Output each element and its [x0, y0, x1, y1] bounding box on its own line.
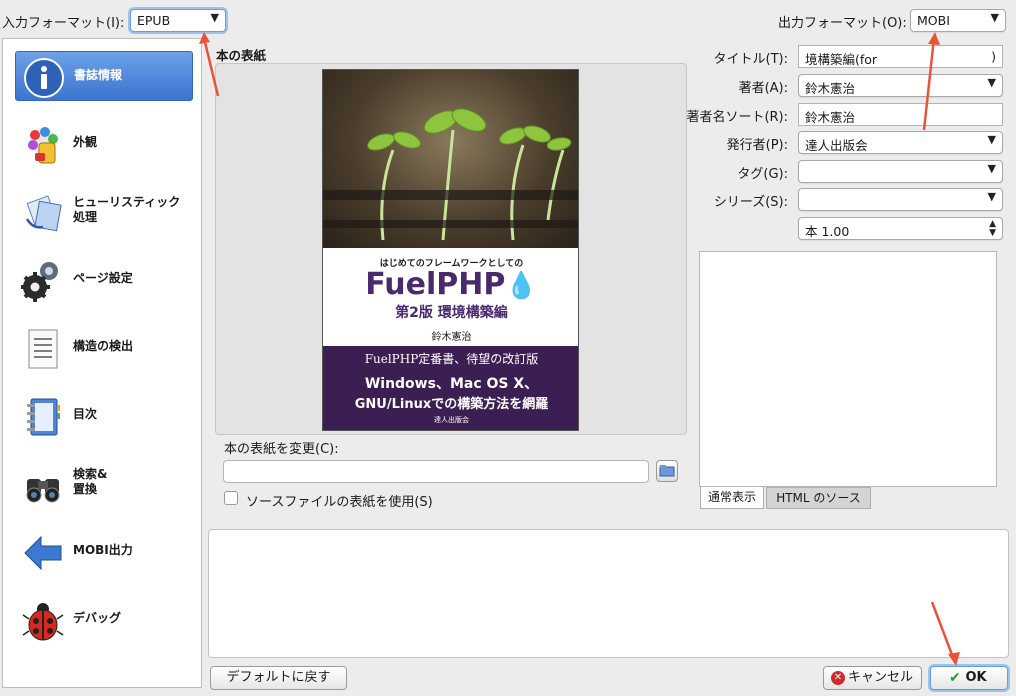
cancel-button[interactable]: ✕ キャンセル — [823, 666, 922, 690]
cover-tagline: FuelPHP定番書、待望の改訂版 — [364, 352, 539, 366]
publisher-value: 達人出版会 — [805, 138, 868, 153]
sidebar-item-label: ページ設定 — [73, 271, 133, 285]
heuristics-icon — [25, 195, 62, 232]
tags-select[interactable]: ▼ — [798, 160, 1003, 183]
use-source-cover-label: ソースファイルの表紙を使用(S) — [246, 495, 433, 510]
sidebar: 書誌情報 外観 ヒューリスティック 処理 ページ設定 構造の検出 目次 検索& … — [2, 38, 202, 688]
sidebar-item-label: MOBI出力 — [73, 543, 133, 557]
sidebar-item-label: 目次 — [73, 407, 98, 421]
input-format-value: EPUB — [137, 13, 171, 28]
sidebar-item-label: デバッグ — [73, 611, 122, 625]
input-format-select[interactable]: EPUB ▼ — [130, 9, 226, 32]
title-value: 境構築編(for — [805, 52, 878, 67]
cancel-icon: ✕ — [831, 671, 845, 685]
folder-icon — [659, 465, 675, 477]
chevron-down-icon: ▼ — [987, 76, 996, 89]
cover-author: 鈴木憲治 — [431, 332, 472, 343]
cover-edition: 第2版 環境構築編 — [395, 305, 508, 321]
author-sort-input[interactable]: 鈴木憲治 — [798, 103, 1003, 126]
document-icon — [28, 329, 58, 369]
comments-editor[interactable] — [699, 251, 997, 487]
cover-brand: FuelPHP💧 — [323, 267, 578, 302]
info-icon — [24, 58, 64, 98]
title-suffix: ) — [991, 49, 996, 64]
tags-label: タグ(G): — [737, 167, 788, 182]
restore-defaults-button[interactable]: デフォルトに戻す — [210, 666, 347, 690]
title-label: タイトル(T): — [713, 52, 788, 67]
cover-bottom-block: FuelPHP定番書、待望の改訂版 Windows、Mac OS X、 GNU/… — [323, 346, 578, 430]
annotation-arrow-output-format — [922, 32, 940, 131]
sidebar-item-debug[interactable]: デバッグ — [15, 595, 193, 645]
tab-html-source[interactable]: HTML のソース — [766, 487, 871, 509]
tab-normal-view[interactable]: 通常表示 — [700, 487, 764, 509]
ladybug-icon — [22, 603, 64, 641]
cover-publisher: 達人出版会 — [434, 416, 469, 424]
author-select[interactable]: 鈴木憲治 ▼ — [798, 74, 1003, 97]
gear-icon — [21, 262, 58, 302]
sidebar-item-label: 構造の検出 — [73, 339, 134, 353]
output-format-value: MOBI — [917, 13, 950, 28]
cover-brand-text: FuelPHP — [365, 267, 506, 302]
sidebar-item-label: ヒューリスティック 処理 — [73, 195, 181, 224]
output-format-select[interactable]: MOBI ▼ — [910, 9, 1006, 32]
title-input[interactable]: 境構築編(for ) — [798, 45, 1003, 68]
publisher-select[interactable]: 達人出版会 ▼ — [798, 131, 1003, 154]
series-label: シリーズ(S): — [713, 195, 788, 210]
publisher-label: 発行者(P): — [726, 138, 788, 153]
sidebar-item-metadata[interactable]: 書誌情報 — [15, 51, 193, 101]
chevron-down-icon: ▼ — [987, 162, 996, 175]
chevron-down-icon: ▼ — [210, 11, 219, 24]
cover-image[interactable]: はじめてのフレームワークとしての FuelPHP💧 第2版 環境構築編 鈴木憲治… — [322, 69, 579, 431]
sidebar-item-mobi-output[interactable]: MOBI出力 — [15, 527, 193, 577]
chevron-down-icon: ▼ — [987, 133, 996, 146]
seedling-illustration — [323, 108, 578, 241]
cover-path-input[interactable] — [223, 460, 649, 483]
sidebar-item-label: 検索& 置換 — [73, 467, 108, 496]
author-sort-label: 著者名ソート(R): — [686, 110, 788, 125]
input-format-label: 入力フォーマット(I): — [2, 16, 125, 31]
cover-bottom-line1: Windows、Mac OS X、 — [364, 376, 539, 392]
cancel-label: キャンセル — [847, 670, 913, 685]
sidebar-item-label: 外観 — [73, 135, 98, 149]
change-cover-label: 本の表紙を変更(C): — [224, 442, 339, 457]
sidebar-item-page-setup[interactable]: ページ設定 — [15, 255, 193, 305]
ok-label: OK — [965, 670, 987, 685]
cover-photo — [323, 70, 578, 248]
annotation-arrow-ok — [930, 601, 960, 666]
annotation-arrow-input-format — [199, 32, 220, 97]
series-index-value: 本 1.00 — [805, 224, 850, 239]
fuel-drop-icon: 💧 — [505, 271, 538, 301]
use-source-cover-checkbox[interactable] — [224, 491, 238, 505]
checkmark-icon: ✔ — [949, 670, 961, 686]
chevron-down-icon: ▼ — [990, 11, 999, 24]
notebook-icon — [27, 398, 60, 436]
sidebar-item-label: 書誌情報 — [74, 68, 123, 82]
series-index-spinner[interactable]: 本 1.00 ▲ ▼ — [798, 217, 1003, 240]
appearance-icon — [28, 127, 58, 164]
output-format-label: 出力フォーマット(O): — [778, 16, 907, 31]
stepper-arrows-icon: ▲ ▼ — [989, 219, 996, 238]
message-area — [208, 529, 1009, 658]
author-label: 著者(A): — [738, 81, 788, 96]
sidebar-item-toc[interactable]: 目次 — [15, 391, 193, 441]
cover-bottom-line2: GNU/Linuxでの構築方法を網羅 — [354, 397, 549, 412]
ok-button[interactable]: ✔ OK — [930, 666, 1008, 690]
sidebar-item-structure[interactable]: 構造の検出 — [15, 323, 193, 373]
binoculars-icon — [26, 479, 60, 503]
sidebar-item-search-replace[interactable]: 検索& 置換 — [15, 459, 193, 509]
chevron-down-icon: ▼ — [987, 190, 996, 203]
browse-cover-button[interactable] — [656, 460, 678, 482]
series-select[interactable]: ▼ — [798, 188, 1003, 211]
arrow-left-icon — [24, 535, 62, 571]
sidebar-item-appearance[interactable]: 外観 — [15, 119, 193, 169]
author-value: 鈴木憲治 — [805, 81, 856, 96]
cover-title-block: はじめてのフレームワークとしての FuelPHP💧 第2版 環境構築編 鈴木憲治 — [323, 248, 578, 346]
sidebar-item-heuristics[interactable]: ヒューリスティック 処理 — [15, 187, 193, 237]
